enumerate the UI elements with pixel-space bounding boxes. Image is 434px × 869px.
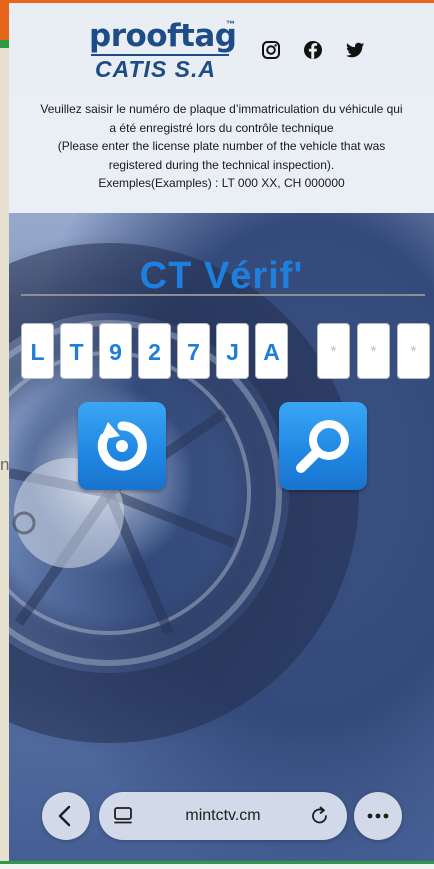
title-divider <box>21 294 425 296</box>
plate-char-4[interactable]: 2 <box>138 323 171 379</box>
popup-frame: prooftag ™ CATIS S.A Veuillez saisir le … <box>9 3 434 861</box>
plate-char-1[interactable]: L <box>21 323 54 379</box>
plate-char-9[interactable]: * <box>357 323 390 379</box>
plate-char-3[interactable]: 9 <box>99 323 132 379</box>
wheel-background <box>9 243 359 743</box>
instagram-icon[interactable] <box>260 39 282 61</box>
app-title: CT Vérif' <box>139 255 304 297</box>
search-icon <box>296 420 349 473</box>
instructions-box: Veuillez saisir le numéro de plaque d’im… <box>9 93 434 213</box>
orange-bar <box>0 0 9 40</box>
instruction-line: a été enregistré lors du contrôle techni… <box>109 120 334 135</box>
header: prooftag ™ CATIS S.A <box>9 3 434 93</box>
bottom-strip <box>0 864 434 869</box>
instruction-line: registered during the technical inspecti… <box>108 157 335 172</box>
brand-sub: CATIS S.A <box>95 56 217 82</box>
reload-icon[interactable] <box>308 804 332 828</box>
plate-char-7[interactable]: A <box>255 323 288 379</box>
address-bar[interactable]: mintctv.cm <box>99 792 347 840</box>
search-button[interactable] <box>279 402 367 490</box>
green-bar <box>0 40 9 48</box>
back-button[interactable] <box>42 792 90 840</box>
screen: n prooftag ™ CATIS S.A Veuillez saisir l… <box>0 0 434 869</box>
instruction-line: Exemples(Examples) : LT 000 XX, CH 00000… <box>98 176 345 190</box>
prooftag-logo[interactable]: prooftag ™ CATIS S.A <box>89 18 239 82</box>
plate-char-6[interactable]: J <box>216 323 249 379</box>
reset-button[interactable] <box>78 402 166 490</box>
more-options-button[interactable] <box>354 792 402 840</box>
plate-char-5[interactable]: 7 <box>177 323 210 379</box>
more-icon <box>367 813 389 819</box>
hero-section: CT Vérif' L T 9 2 7 J A * * * <box>9 213 434 861</box>
chevron-left-icon <box>58 805 71 827</box>
instruction-line: Veuillez saisir le numéro de plaque d’im… <box>40 102 403 116</box>
twitter-icon[interactable] <box>344 39 366 61</box>
underlying-text: n <box>0 455 9 474</box>
plate-char-2[interactable]: T <box>60 323 93 379</box>
instruction-line: (Please enter the license plate number o… <box>57 139 386 153</box>
plate-char-8[interactable]: * <box>317 323 350 379</box>
trademark: ™ <box>226 19 235 29</box>
underlying-page-strip: n <box>0 0 9 869</box>
facebook-icon[interactable] <box>302 39 324 61</box>
refresh-icon <box>97 421 147 471</box>
browser-toolbar: mintctv.cm <box>9 783 434 853</box>
plate-char-10[interactable]: * <box>397 323 430 379</box>
brand-name: prooftag <box>89 18 237 54</box>
